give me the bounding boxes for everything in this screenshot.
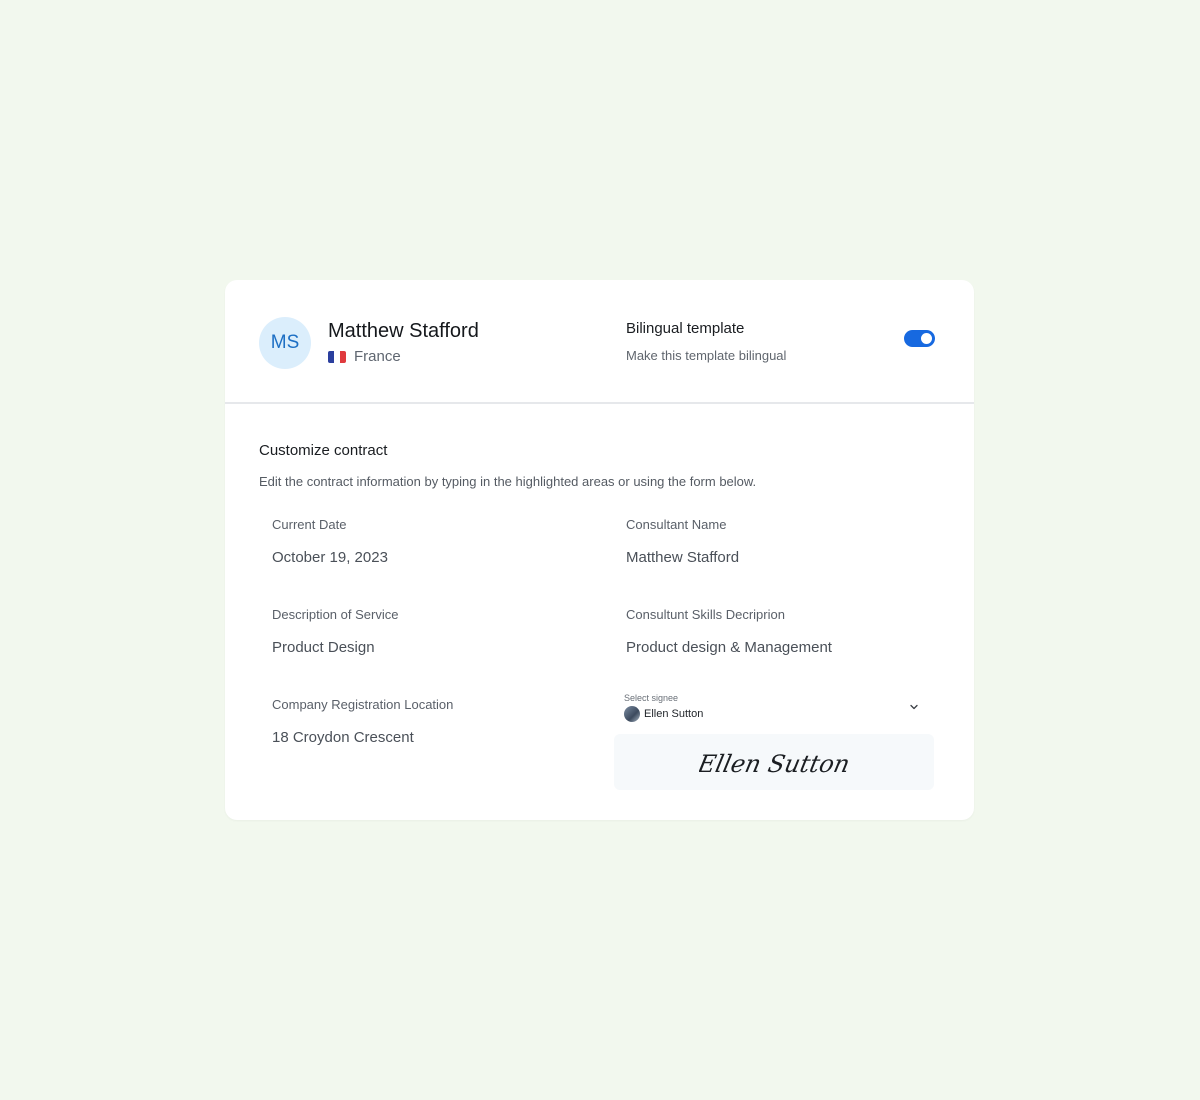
section-title: Customize contract: [259, 442, 388, 459]
signature-text: Ellen Sutton: [699, 749, 849, 778]
service-description-field[interactable]: Product Design: [272, 639, 375, 656]
chevron-down-icon[interactable]: [908, 701, 920, 713]
signature-box[interactable]: Ellen Sutton: [614, 734, 934, 790]
current-date-label: Current Date: [272, 517, 347, 532]
consultant-name-field[interactable]: Matthew Stafford: [626, 549, 739, 566]
signature: Ellen Sutton: [699, 749, 849, 778]
skills-field[interactable]: Product design & Management: [626, 639, 832, 656]
card-header: MS Matthew Stafford France Bilingual tem…: [225, 280, 974, 404]
registration-location-label: Company Registration Location: [272, 697, 454, 712]
avatar: MS: [259, 317, 311, 369]
avatar-icon: [624, 706, 640, 722]
signee-label: Select signee: [624, 693, 679, 703]
person-name: Matthew Stafford: [328, 320, 479, 342]
bilingual-subtitle: Make this template bilingual: [626, 348, 787, 363]
current-date-field[interactable]: October 19, 2023: [272, 549, 388, 566]
bilingual-title: Bilingual template: [626, 320, 745, 337]
skills-label: Consultunt Skills Decriprion: [626, 607, 785, 622]
toggle-knob: [921, 333, 932, 344]
country: France: [328, 348, 401, 365]
signee-select[interactable]: Ellen Sutton: [624, 706, 703, 722]
registration-location-field[interactable]: 18 Croydon Crescent: [272, 729, 414, 746]
signee-name: Ellen Sutton: [644, 708, 704, 720]
contract-card: MS Matthew Stafford France Bilingual tem…: [225, 280, 974, 820]
section-description: Edit the contract information by typing …: [259, 474, 757, 489]
service-description-label: Description of Service: [272, 607, 399, 622]
avatar-initials: MS: [270, 332, 300, 353]
consultant-name-label: Consultant Name: [626, 517, 727, 532]
country-name: France: [354, 348, 401, 365]
france-flag-icon: [328, 350, 346, 363]
bilingual-toggle[interactable]: [904, 330, 935, 347]
